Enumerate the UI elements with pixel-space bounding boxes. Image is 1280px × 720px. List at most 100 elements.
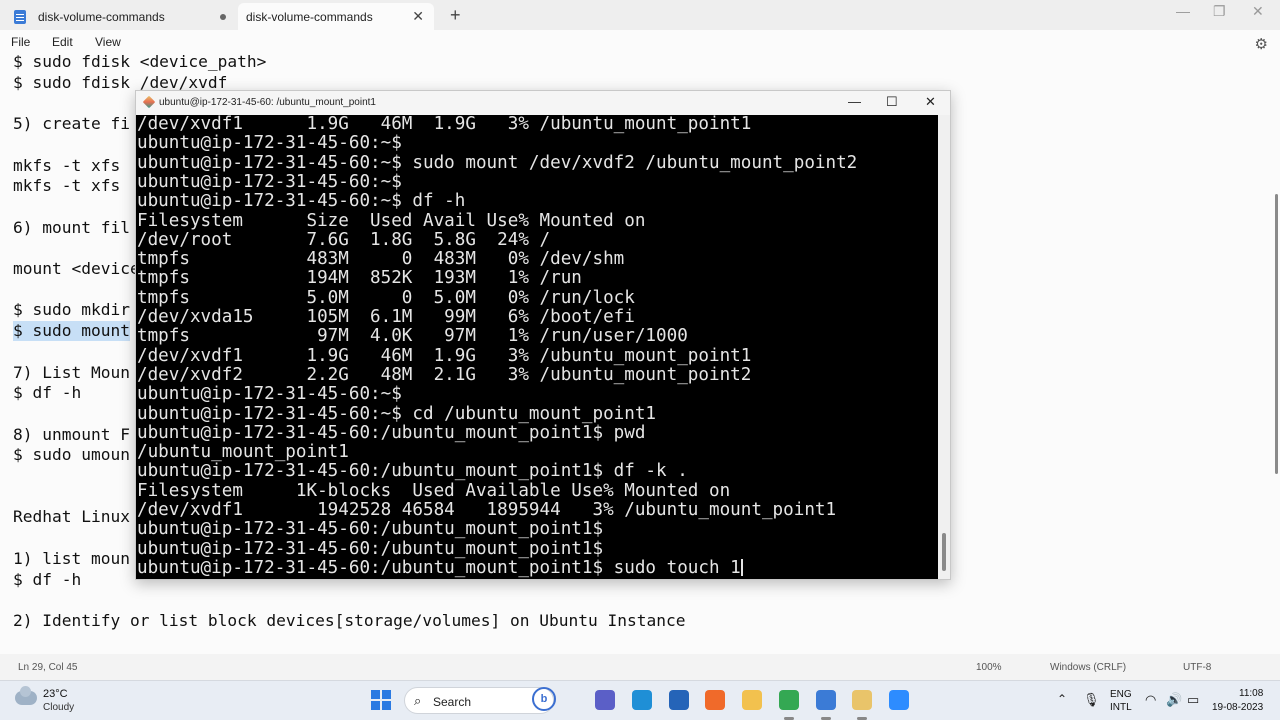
microphone-icon[interactable]: 🎙 xyxy=(1083,692,1100,708)
terminal-line: /dev/xvdf2 2.2G 48M 2.1G 3% /ubuntu_moun… xyxy=(137,364,752,385)
terminal-output[interactable]: /dev/xvdf1 1.9G 46M 1.9G 3% /ubuntu_moun… xyxy=(136,115,938,579)
editor-line: $ sudo fdisk <device_path> xyxy=(13,54,267,71)
terminal-line: ubuntu@ip-172-31-45-60:~$ xyxy=(137,171,402,192)
taskbar-search[interactable]: ⌕ Search b xyxy=(404,687,556,714)
menu-edit[interactable]: Edit xyxy=(52,35,73,49)
line-ending: Windows (CRLF) xyxy=(1050,662,1127,673)
terminal-line: ubuntu@ip-172-31-45-60:/ubuntu_mount_poi… xyxy=(137,422,646,443)
volume-icon[interactable]: 🔊 xyxy=(1166,692,1182,708)
clock-time[interactable]: 11:08 xyxy=(1239,688,1263,699)
bing-icon[interactable]: b xyxy=(532,687,556,711)
edge-icon[interactable] xyxy=(632,690,652,710)
editor-line: $ df -h xyxy=(13,383,82,403)
terminal-line: Filesystem Size Used Avail Use% Mounted … xyxy=(137,210,646,231)
editor-line: mkfs -t xfs xyxy=(13,155,121,175)
search-icon: ⌕ xyxy=(414,693,422,708)
terminal-line: Filesystem 1K-blocks Used Available Use%… xyxy=(137,480,731,501)
terminal-scrollbar[interactable] xyxy=(938,115,950,579)
windows-start-icon[interactable] xyxy=(371,690,391,710)
editor-line: Redhat Linux xyxy=(13,507,130,527)
terminal-line: ubuntu@ip-172-31-45-60:~$ xyxy=(137,384,402,405)
terminal-title: ubuntu@ip-172-31-45-60: /ubuntu_mount_po… xyxy=(159,97,376,108)
weather-temperature[interactable]: 23°C xyxy=(43,688,68,700)
terminal-line: ubuntu@ip-172-31-45-60:~$ sudo mount /de… xyxy=(137,152,858,173)
maximize-icon[interactable]: ❐ xyxy=(1213,3,1226,20)
minimize-icon[interactable]: — xyxy=(848,94,861,109)
tab-disk-volume-commands-2[interactable]: disk-volume-commands ✕ xyxy=(238,3,434,30)
notepad-icon[interactable] xyxy=(816,690,836,710)
language-secondary[interactable]: INTL xyxy=(1110,702,1132,713)
terminal-line: ubuntu@ip-172-31-45-60:/ubuntu_mount_poi… xyxy=(137,461,688,482)
tab-disk-volume-commands-1[interactable]: disk-volume-commands xyxy=(6,3,234,30)
chrome-icon[interactable] xyxy=(779,690,799,710)
cursor-position: Ln 29, Col 45 xyxy=(18,662,78,673)
search-label: Search xyxy=(433,695,472,709)
file-explorer-icon[interactable] xyxy=(742,690,762,710)
mail-icon[interactable] xyxy=(669,690,689,710)
terminal-line: /dev/xvdf1 1942528 46584 1895944 3% /ubu… xyxy=(137,500,837,520)
firefox-icon[interactable] xyxy=(705,690,725,710)
terminal-line: tmpfs 483M 0 483M 0% /dev/shm xyxy=(137,249,625,270)
menu-view[interactable]: View xyxy=(95,35,121,49)
language-primary[interactable]: ENG xyxy=(1110,689,1132,700)
notepad-tab-bar: disk-volume-commands disk-volume-command… xyxy=(0,0,1280,30)
show-hidden-icons-icon[interactable]: ⌃ xyxy=(1057,692,1067,706)
terminal-line: /dev/xvdf1 1.9G 46M 1.9G 3% /ubuntu_moun… xyxy=(137,345,752,366)
new-tab-plus-icon[interactable]: + xyxy=(450,5,461,26)
terminal-scroll-thumb[interactable] xyxy=(942,533,946,571)
close-tab-icon[interactable]: ✕ xyxy=(412,8,424,25)
terminal-line: ubuntu@ip-172-31-45-60:~$ cd /ubuntu_mou… xyxy=(137,403,657,424)
terminal-title-bar[interactable]: ubuntu@ip-172-31-45-60: /ubuntu_mount_po… xyxy=(136,91,950,115)
editor-line: $ sudo mkdir xyxy=(13,300,130,320)
editor-line: $ sudo umoun xyxy=(13,445,130,465)
notepad-document-icon xyxy=(14,9,26,24)
terminal-line: tmpfs 97M 4.0K 97M 1% /run/user/1000 xyxy=(137,326,688,347)
editor-line: 1) list moun xyxy=(13,548,130,568)
menu-file[interactable]: File xyxy=(11,35,30,49)
unsaved-dot-icon xyxy=(220,13,226,20)
terminal-input-line[interactable]: ubuntu@ip-172-31-45-60:/ubuntu_mount_poi… xyxy=(137,557,743,578)
editor-scrollbar[interactable] xyxy=(1275,194,1278,474)
cloudy-weather-icon[interactable] xyxy=(15,686,37,705)
editor-line: $ sudo mount xyxy=(13,321,130,342)
terminal-line: ubuntu@ip-172-31-45-60:/ubuntu_mount_poi… xyxy=(137,538,604,559)
terminal-current-input: ubuntu@ip-172-31-45-60:/ubuntu_mount_poi… xyxy=(137,557,741,578)
putty-icon xyxy=(142,95,156,109)
close-window-icon[interactable]: ✕ xyxy=(925,94,936,110)
editor-line: mkfs -t xfs xyxy=(13,176,121,196)
battery-icon[interactable]: ▭ xyxy=(1187,692,1199,708)
text-cursor xyxy=(740,558,743,576)
terminal-line: ubuntu@ip-172-31-45-60:~$ df -h xyxy=(137,191,466,212)
chat-icon[interactable] xyxy=(595,690,615,710)
terminal-line: /dev/xvdf1 1.9G 46M 1.9G 3% /ubuntu_moun… xyxy=(137,115,752,134)
editor-line: 7) List Moun xyxy=(13,362,130,382)
editor-line: mount <device xyxy=(13,259,140,278)
notepad-status-bar: Ln 29, Col 45 100% Windows (CRLF) UTF-8 xyxy=(0,656,1280,680)
taskbar: 23°C Cloudy ⌕ Search b ⌃ 🎙 ENG INTL ◠ 🔊 … xyxy=(0,680,1280,720)
zoom-icon[interactable] xyxy=(889,690,909,710)
clock-date[interactable]: 19-08-2023 xyxy=(1212,702,1263,713)
terminal-line: /dev/xvda15 105M 6.1M 99M 6% /boot/efi xyxy=(137,307,635,327)
editor-line: $ lsblk xyxy=(13,652,81,654)
terminal-line: ubuntu@ip-172-31-45-60:~$ xyxy=(137,133,402,154)
settings-gear-icon[interactable]: ⚙ xyxy=(1255,35,1268,53)
terminal-window: ubuntu@ip-172-31-45-60: /ubuntu_mount_po… xyxy=(135,90,951,580)
notepad-menu-bar: File Edit View ⚙ xyxy=(0,30,1280,54)
wifi-icon[interactable]: ◠ xyxy=(1145,692,1156,708)
editor-line: $ df -h xyxy=(13,569,82,589)
minimize-icon[interactable]: — xyxy=(1176,3,1190,19)
weather-description[interactable]: Cloudy xyxy=(43,702,74,713)
terminal-line: /dev/root 7.6G 1.8G 5.8G 24% / xyxy=(137,229,551,250)
editor-line: 8) unmount F xyxy=(13,424,130,444)
putty-icon[interactable] xyxy=(852,690,872,710)
terminal-line: tmpfs 194M 852K 193M 1% /run xyxy=(137,268,582,289)
terminal-line: tmpfs 5.0M 0 5.0M 0% /run/lock xyxy=(137,287,635,308)
close-window-icon[interactable]: ✕ xyxy=(1252,3,1264,20)
tab-label: disk-volume-commands xyxy=(38,9,165,24)
terminal-line: ubuntu@ip-172-31-45-60:/ubuntu_mount_poi… xyxy=(137,519,604,540)
terminal-line: /ubuntu_mount_point1 xyxy=(137,442,349,463)
encoding: UTF-8 xyxy=(1183,662,1212,673)
maximize-icon[interactable]: ☐ xyxy=(886,94,898,110)
zoom-level: 100% xyxy=(976,662,1002,673)
editor-line: 6) mount fil xyxy=(13,217,130,237)
